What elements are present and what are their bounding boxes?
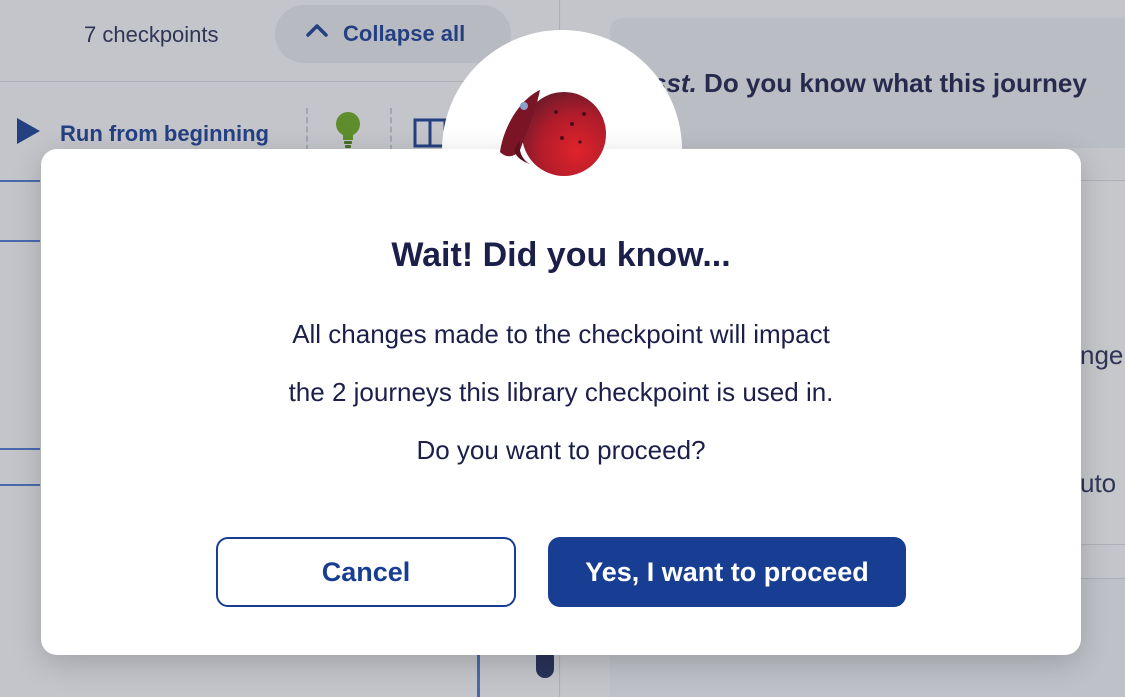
dialog-title: Wait! Did you know... xyxy=(391,236,731,274)
dialog-message-line: All changes made to the checkpoint will … xyxy=(292,319,830,349)
cancel-button[interactable]: Cancel xyxy=(216,537,516,607)
dialog-message-line: the 2 journeys this library checkpoint i… xyxy=(288,377,834,407)
confirm-dialog: Wait! Did you know... All changes made t… xyxy=(41,149,1081,655)
proceed-button[interactable]: Yes, I want to proceed xyxy=(548,537,906,607)
planet-rocket-icon xyxy=(492,84,612,184)
dialog-question: Do you want to proceed? xyxy=(416,435,706,465)
